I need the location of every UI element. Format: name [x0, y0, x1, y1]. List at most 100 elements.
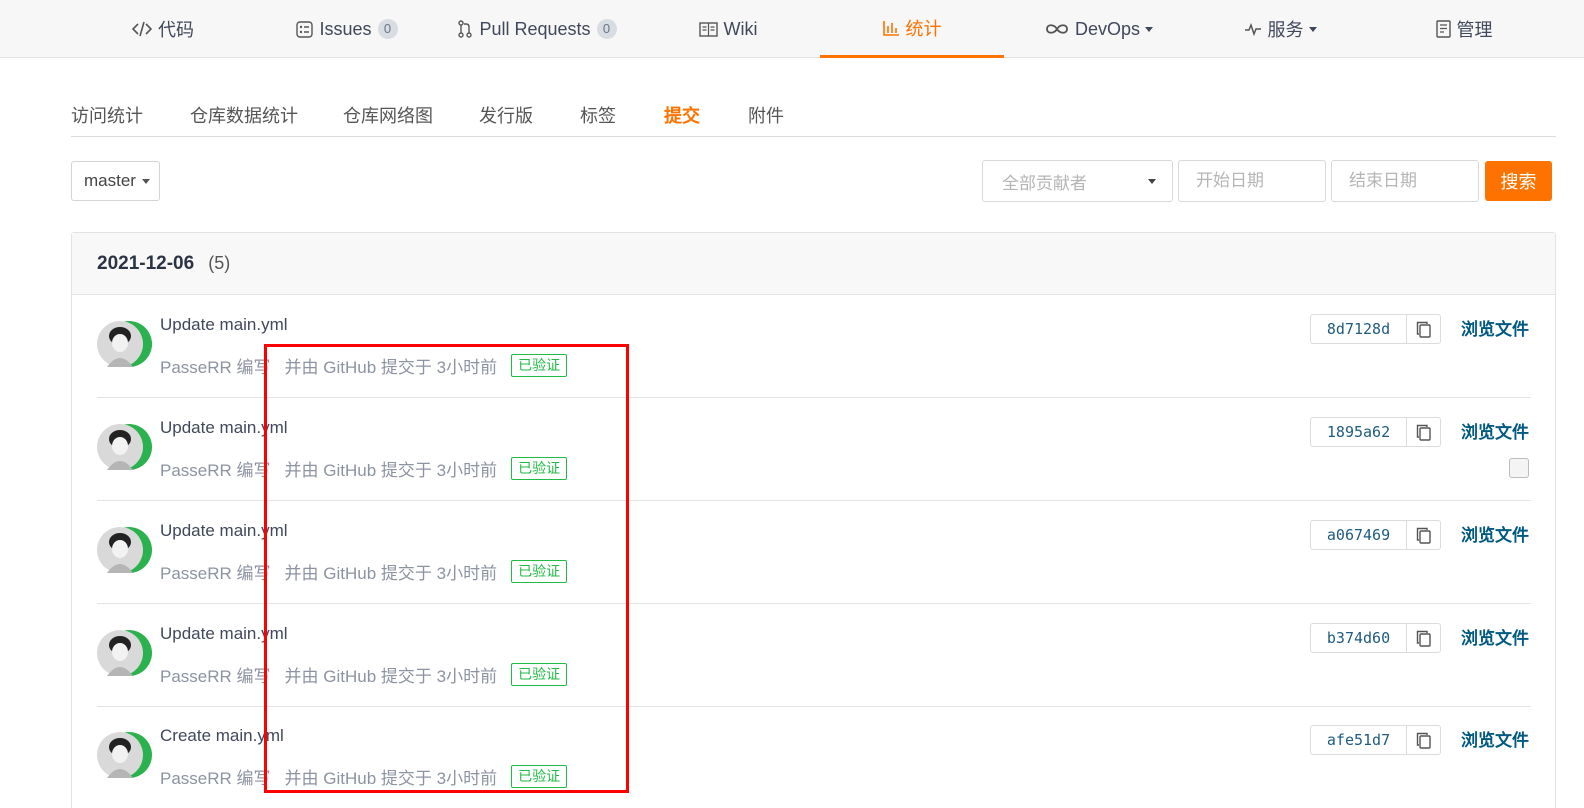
browse-files-link[interactable]: 浏览文件	[1461, 726, 1529, 751]
tab-attachments[interactable]: 附件	[748, 102, 784, 128]
browse-files-link[interactable]: 浏览文件	[1461, 624, 1529, 649]
commit-sha-box: 1895a62	[1310, 417, 1441, 447]
tab-visit-stats[interactable]: 访问统计	[71, 102, 143, 128]
contributor-select[interactable]: 全部贡献者	[982, 160, 1173, 202]
commit-committer-time: 并由 GitHub 提交于 3小时前	[284, 461, 498, 480]
nav-services-label: 服务	[1267, 20, 1304, 40]
commit-row: Update main.yml PasseRR 编写 并由 GitHub 提交于…	[97, 295, 1531, 398]
commit-meta: PasseRR 编写 并由 GitHub 提交于 3小时前 已验证	[160, 662, 568, 687]
commit-author[interactable]: PasseRR 编写	[160, 353, 271, 378]
copy-sha-button[interactable]	[1407, 418, 1440, 446]
pull-request-icon	[457, 20, 473, 38]
end-date-input[interactable]	[1331, 160, 1479, 202]
commits-date: 2021-12-06	[97, 252, 195, 274]
commit-sha-link[interactable]: b374d60	[1311, 624, 1407, 652]
nav-pull-requests-label: Pull Requests	[479, 18, 591, 39]
commit-author[interactable]: PasseRR 编写	[160, 456, 271, 481]
tab-repo-network[interactable]: 仓库网络图	[343, 102, 433, 128]
compare-checkbox[interactable]	[1509, 458, 1529, 478]
commit-meta: PasseRR 编写 并由 GitHub 提交于 3小时前 已验证	[160, 764, 568, 789]
commit-row: Update main.yml PasseRR 编写 并由 GitHub 提交于…	[97, 604, 1531, 707]
nav-statistics-label: 统计	[905, 18, 942, 39]
commit-committer-time: 并由 GitHub 提交于 3小时前	[284, 358, 498, 377]
contributor-select-placeholder: 全部贡献者	[1002, 173, 1087, 193]
nav-manage[interactable]: 管理	[1366, 0, 1562, 58]
author-avatar[interactable]	[97, 630, 153, 676]
nav-code[interactable]: 代码	[70, 0, 256, 58]
verified-badge: 已验证	[511, 765, 568, 788]
verified-badge: 已验证	[511, 663, 568, 686]
author-avatar[interactable]	[97, 424, 153, 470]
copy-sha-button[interactable]	[1407, 624, 1440, 652]
tab-repo-data-stats[interactable]: 仓库数据统计	[190, 102, 298, 128]
nav-issues[interactable]: Issues 0	[256, 0, 438, 58]
issues-icon	[296, 20, 314, 38]
nav-statistics[interactable]: 统计	[820, 0, 1004, 58]
commit-title[interactable]: Create main.yml	[160, 726, 284, 746]
commit-sha-box: afe51d7	[1310, 725, 1441, 755]
copy-sha-button[interactable]	[1407, 315, 1440, 343]
nav-devops[interactable]: DevOps	[1004, 0, 1194, 58]
copy-sha-button[interactable]	[1407, 521, 1440, 549]
chevron-down-icon	[1308, 26, 1317, 32]
nav-code-label: 代码	[158, 20, 194, 40]
commit-title[interactable]: Update main.yml	[160, 521, 288, 541]
copy-sha-button[interactable]	[1407, 726, 1440, 754]
commit-committer-time: 并由 GitHub 提交于 3小时前	[284, 769, 498, 788]
branch-select-value: master	[84, 171, 136, 190]
nav-pull-requests[interactable]: Pull Requests 0	[438, 0, 636, 58]
copy-icon	[1416, 527, 1431, 544]
commit-meta: PasseRR 编写 并由 GitHub 提交于 3小时前 已验证	[160, 353, 568, 378]
tab-commits[interactable]: 提交	[664, 102, 700, 128]
commit-sha-link[interactable]: 1895a62	[1311, 418, 1407, 446]
copy-icon	[1416, 321, 1431, 338]
author-avatar[interactable]	[97, 321, 153, 367]
browse-files-link[interactable]: 浏览文件	[1461, 418, 1529, 443]
commit-committer-time: 并由 GitHub 提交于 3小时前	[284, 667, 498, 686]
nav-wiki[interactable]: Wiki	[636, 0, 820, 58]
copy-icon	[1416, 732, 1431, 749]
commit-sha-box: 8d7128d	[1310, 314, 1441, 344]
nav-wiki-label: Wiki	[723, 18, 758, 39]
commit-sha-link[interactable]: 8d7128d	[1311, 315, 1407, 343]
chevron-down-icon	[1148, 179, 1156, 184]
commit-sha-link[interactable]: afe51d7	[1311, 726, 1407, 754]
commit-sha-box: a067469	[1310, 520, 1441, 550]
commit-author[interactable]: PasseRR 编写	[160, 764, 271, 789]
commits-count: (5)	[208, 253, 231, 273]
pull-requests-count-badge: 0	[596, 19, 617, 39]
commit-author[interactable]: PasseRR 编写	[160, 559, 271, 584]
tab-releases[interactable]: 发行版	[479, 102, 533, 128]
commit-row: Create main.yml PasseRR 编写 并由 GitHub 提交于…	[97, 706, 1531, 808]
infinity-icon	[1045, 23, 1069, 35]
verified-badge: 已验证	[511, 560, 568, 583]
browse-files-link[interactable]: 浏览文件	[1461, 521, 1529, 546]
copy-icon	[1416, 630, 1431, 647]
pulse-icon	[1244, 22, 1262, 36]
commit-sha-link[interactable]: a067469	[1311, 521, 1407, 549]
commit-meta: PasseRR 编写 并由 GitHub 提交于 3小时前 已验证	[160, 559, 568, 584]
nav-services[interactable]: 服务	[1194, 0, 1366, 58]
nav-devops-label: DevOps	[1074, 18, 1141, 39]
browse-files-link[interactable]: 浏览文件	[1461, 315, 1529, 340]
commit-row: Update main.yml PasseRR 编写 并由 GitHub 提交于…	[97, 398, 1531, 501]
commit-author[interactable]: PasseRR 编写	[160, 662, 271, 687]
author-avatar[interactable]	[97, 732, 153, 778]
chevron-down-icon	[1145, 26, 1154, 32]
manage-doc-icon	[1435, 20, 1451, 38]
branch-select[interactable]: master	[71, 161, 160, 201]
commit-committer-time: 并由 GitHub 提交于 3小时前	[284, 564, 498, 583]
tab-tags[interactable]: 标签	[580, 102, 616, 128]
commits-date-header: 2021-12-06 (5)	[72, 233, 1555, 295]
start-date-input[interactable]	[1178, 160, 1326, 202]
search-button[interactable]: 搜索	[1485, 161, 1552, 201]
commit-title[interactable]: Update main.yml	[160, 418, 288, 438]
copy-icon	[1416, 424, 1431, 441]
commits-panel: 2021-12-06 (5) Update main.yml PasseRR 编…	[71, 232, 1556, 808]
nav-manage-label: 管理	[1456, 20, 1493, 40]
commit-title[interactable]: Update main.yml	[160, 624, 288, 644]
verified-badge: 已验证	[511, 354, 568, 377]
nav-issues-label: Issues	[319, 18, 372, 39]
commit-title[interactable]: Update main.yml	[160, 315, 288, 335]
author-avatar[interactable]	[97, 527, 153, 573]
